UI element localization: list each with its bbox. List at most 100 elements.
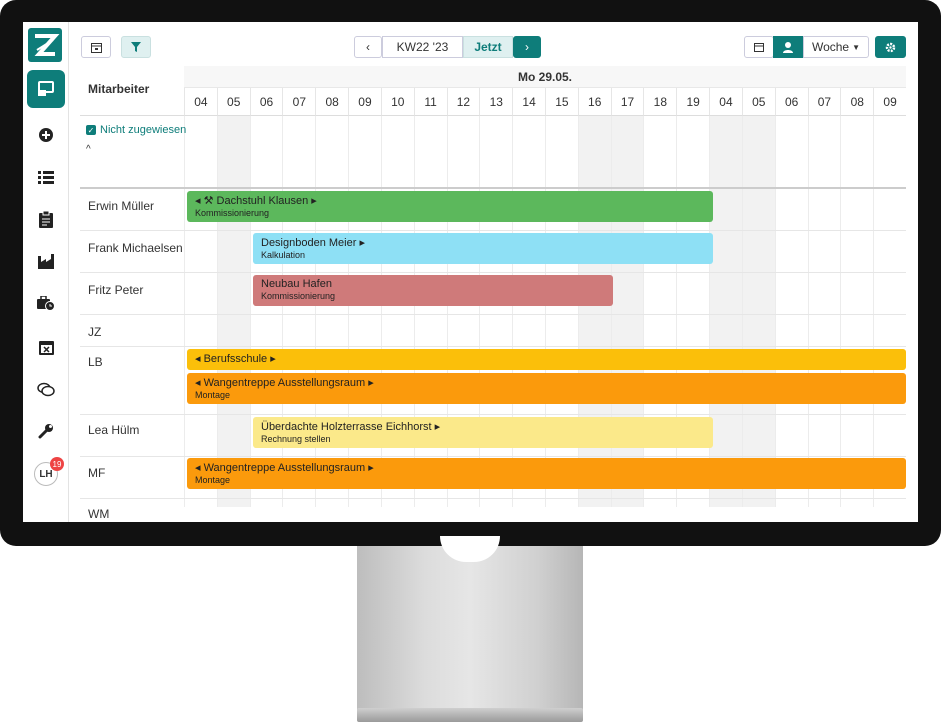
hour-label: 05 bbox=[741, 88, 775, 116]
settings-button[interactable] bbox=[875, 36, 906, 58]
hour-label: 11 bbox=[413, 88, 447, 116]
hour-column bbox=[249, 116, 283, 507]
add-circle-icon[interactable] bbox=[27, 116, 65, 154]
stand-base bbox=[357, 708, 583, 722]
calendar-x-icon[interactable] bbox=[27, 328, 65, 366]
filter-button[interactable] bbox=[121, 36, 151, 58]
hour-label: 16 bbox=[577, 88, 611, 116]
chat-icon[interactable] bbox=[27, 370, 65, 408]
employee-name: WM bbox=[88, 507, 110, 521]
view-mode-select[interactable]: Woche ▼ bbox=[803, 36, 869, 58]
calendar-icon bbox=[90, 42, 102, 53]
briefcase-clock-icon[interactable] bbox=[27, 284, 65, 322]
task-title: Neubau Hafen bbox=[261, 278, 332, 290]
task-subtitle: Kommissionierung bbox=[195, 208, 270, 218]
task-bar[interactable]: Neubau Hafen Kommissionierung bbox=[253, 275, 613, 306]
collapse-chevron-icon[interactable]: ^ bbox=[86, 144, 91, 155]
employee-name: Fritz Peter bbox=[88, 283, 144, 297]
factory-icon[interactable] bbox=[27, 242, 65, 280]
hour-column bbox=[413, 116, 447, 507]
hour-column bbox=[479, 116, 512, 507]
task-bar[interactable]: ◂ Wangentreppe Ausstellungsraum ▸ Montag… bbox=[187, 458, 906, 489]
task-title: ◂ Berufsschule ▸ bbox=[195, 353, 276, 365]
app-logo[interactable] bbox=[28, 28, 62, 62]
hour-label: 08 bbox=[315, 88, 349, 116]
hour-column bbox=[446, 116, 480, 507]
row-divider bbox=[80, 272, 906, 273]
app-screen: LH 19 ‹ KW22 '23 Jetzt › Woche ▼ Mitarbe… bbox=[23, 22, 918, 522]
hour-label: 19 bbox=[676, 88, 710, 116]
employee-view-button[interactable] bbox=[773, 36, 803, 58]
employee-name: MF bbox=[88, 466, 106, 480]
task-bar[interactable]: Überdachte Holzterrasse Eichhorst ▸ Rech… bbox=[253, 417, 713, 448]
hour-label: 10 bbox=[380, 88, 414, 116]
filter-icon bbox=[131, 42, 141, 52]
hour-label: 14 bbox=[512, 88, 545, 116]
row-divider bbox=[80, 498, 906, 499]
task-title-text: Dachstuhl Klausen bbox=[216, 195, 309, 207]
hour-column bbox=[577, 116, 611, 507]
hammer-icon: ⚒ bbox=[203, 195, 214, 207]
schedule-grid: Mitarbeiter Mo 29.05. 04 05 06 07 08 09 10 11 12… bbox=[80, 66, 906, 521]
row-divider bbox=[80, 187, 906, 189]
task-title-text: Wangentreppe Ausstellungsraum bbox=[203, 462, 366, 474]
hour-label: 07 bbox=[282, 88, 316, 116]
view-mode-label: Woche bbox=[811, 40, 850, 54]
notification-badge: 19 bbox=[50, 457, 64, 471]
hour-label: 06 bbox=[774, 88, 808, 116]
hour-label: 04 bbox=[184, 88, 217, 116]
hour-column bbox=[348, 116, 381, 507]
task-title: ◂ Wangentreppe Ausstellungsraum ▸ bbox=[195, 377, 374, 389]
hour-label: 17 bbox=[610, 88, 644, 116]
hour-label: 06 bbox=[249, 88, 283, 116]
hour-label: 04 bbox=[709, 88, 742, 116]
task-bar[interactable]: ◂ ⚒ Dachstuhl Klausen ▸ Kommissionierung bbox=[187, 191, 713, 222]
hour-column bbox=[873, 116, 906, 507]
hour-column bbox=[315, 116, 348, 507]
person-icon bbox=[783, 41, 793, 53]
task-subtitle: Montage bbox=[195, 390, 231, 400]
row-divider bbox=[80, 346, 906, 347]
calendar-picker-button[interactable] bbox=[81, 36, 111, 58]
task-title: Überdachte Holzterrasse Eichhorst ▸ bbox=[261, 421, 441, 433]
employee-name: JZ bbox=[88, 325, 102, 339]
unassigned-label: Nicht zugewiesen bbox=[100, 124, 187, 136]
gear-icon bbox=[885, 42, 896, 52]
task-bar[interactable]: Designboden Meier ▸ Kalkulation bbox=[253, 233, 713, 264]
prev-week-button[interactable]: ‹ bbox=[354, 36, 382, 58]
hour-label: 13 bbox=[479, 88, 513, 116]
task-title-text: Berufsschule bbox=[203, 353, 268, 365]
hour-label: 07 bbox=[807, 88, 841, 116]
task-bar[interactable]: ◂ Berufsschule ▸ bbox=[187, 349, 906, 370]
date-header: Mo 29.05. bbox=[184, 66, 906, 88]
hour-label: 12 bbox=[446, 88, 480, 116]
task-title-text: Überdachte Holzterrasse Eichhorst bbox=[261, 421, 432, 433]
wrench-icon[interactable] bbox=[27, 412, 65, 450]
planner-nav-icon[interactable] bbox=[27, 70, 65, 108]
employee-column-header: Mitarbeiter bbox=[80, 66, 184, 116]
check-icon: ✓ bbox=[86, 125, 96, 135]
hour-column bbox=[643, 116, 676, 507]
list-icon[interactable] bbox=[27, 158, 65, 196]
hour-column bbox=[709, 116, 742, 507]
hour-column bbox=[282, 116, 315, 507]
task-subtitle: Montage bbox=[195, 475, 231, 485]
hour-label: 09 bbox=[873, 88, 906, 116]
employee-name: Frank Michaelsen bbox=[88, 241, 183, 255]
row-divider bbox=[80, 414, 906, 415]
chevron-down-icon: ▼ bbox=[852, 42, 861, 52]
hour-column bbox=[676, 116, 709, 507]
clipboard-icon[interactable] bbox=[27, 200, 65, 238]
next-week-button[interactable]: › bbox=[513, 36, 541, 58]
employee-name: Lea Hülm bbox=[88, 423, 140, 437]
monitor-stand bbox=[357, 546, 583, 712]
hour-column bbox=[512, 116, 545, 507]
today-button[interactable]: Jetzt bbox=[463, 36, 513, 58]
unassigned-toggle[interactable]: ✓ Nicht zugewiesen bbox=[86, 124, 186, 136]
row-divider bbox=[80, 230, 906, 231]
calendar-view-button[interactable] bbox=[744, 36, 774, 58]
task-bar[interactable]: ◂ Wangentreppe Ausstellungsraum ▸ Montag… bbox=[187, 373, 906, 404]
task-subtitle: Kommissionierung bbox=[261, 291, 336, 301]
task-title-text: Designboden Meier bbox=[261, 237, 357, 249]
hour-column bbox=[545, 116, 578, 507]
